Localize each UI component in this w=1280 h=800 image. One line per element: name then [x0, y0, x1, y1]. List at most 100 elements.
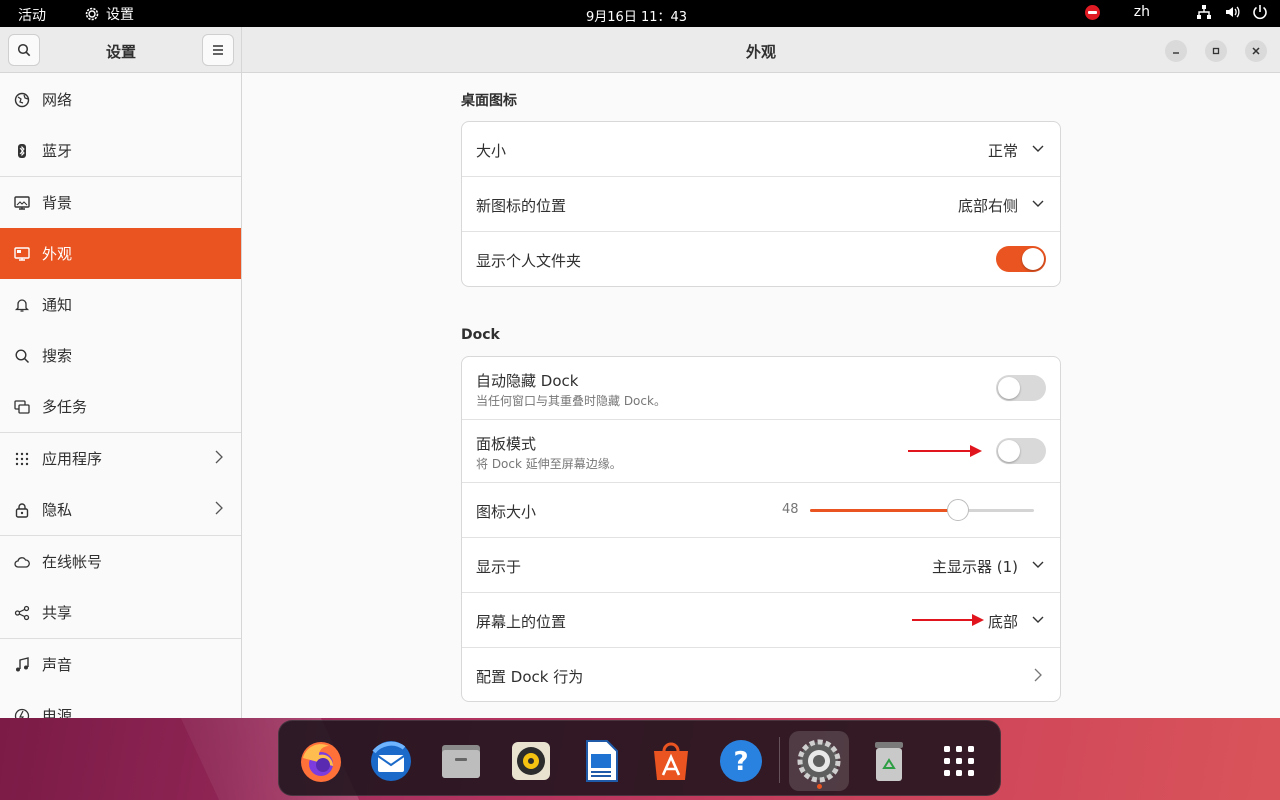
- dock-app-trash[interactable]: [859, 731, 919, 791]
- dock-app-files[interactable]: [431, 731, 491, 791]
- sidebar-item-background[interactable]: 背景: [0, 177, 241, 228]
- app-menu[interactable]: 设置: [84, 4, 134, 24]
- hamburger-icon: [213, 45, 223, 55]
- sidebar-item-label: 在线帐号: [42, 553, 103, 571]
- chevron-down-icon[interactable]: [1032, 145, 1044, 153]
- show-home-folder-row: 显示个人文件夹: [462, 232, 1060, 286]
- desktop-icons-card: 大小 正常 新图标的位置 底部右侧 显示个人文件夹: [461, 121, 1061, 287]
- panel-mode-row: 面板模式 将 Dock 延伸至屏幕边缘。: [462, 420, 1060, 483]
- chevron-right-icon: [1034, 668, 1042, 682]
- dock-app-rhythmbox[interactable]: [501, 731, 561, 791]
- main-header: 外观: [242, 27, 1280, 73]
- screen-position-value[interactable]: 底部: [988, 611, 1018, 632]
- main-menu-button[interactable]: [202, 34, 234, 66]
- app-center-icon: [654, 742, 688, 780]
- configure-dock-row[interactable]: 配置 Dock 行为: [462, 648, 1060, 701]
- sidebar-item-appearance[interactable]: 外观: [0, 228, 241, 279]
- sidebar-item-multitasking[interactable]: 多任务: [0, 381, 241, 432]
- new-icon-position-label: 新图标的位置: [476, 197, 567, 215]
- language-indicator[interactable]: zh: [1134, 4, 1150, 20]
- sidebar-item-label: 网络: [42, 91, 73, 109]
- sidebar-item-applications[interactable]: 应用程序: [0, 433, 241, 484]
- bluetooth-icon: [14, 143, 30, 159]
- screen-position-label: 屏幕上的位置: [476, 613, 567, 631]
- new-icon-position-row[interactable]: 新图标的位置 底部右侧: [462, 177, 1060, 232]
- system-tray[interactable]: zh: [1084, 4, 1268, 20]
- dock-app-thunderbird[interactable]: [361, 731, 421, 791]
- do-not-disturb-icon[interactable]: [1084, 4, 1100, 20]
- chevron-down-icon[interactable]: [1032, 561, 1044, 569]
- maximize-button[interactable]: [1205, 40, 1227, 62]
- clock[interactable]: 9月16日 11：43: [586, 6, 687, 25]
- dock-app-writer[interactable]: [571, 731, 631, 791]
- sidebar-item-search[interactable]: 搜索: [0, 330, 241, 381]
- minimize-button[interactable]: [1165, 40, 1187, 62]
- new-icon-position-value[interactable]: 底部右侧: [958, 195, 1018, 216]
- autohide-dock-description: 当任何窗口与其重叠时隐藏 Dock。: [476, 394, 666, 408]
- top-bar: 活动 设置 9月16日 11：43 zh: [0, 0, 1280, 27]
- globe-icon: [14, 92, 30, 108]
- sidebar-item-bluetooth[interactable]: 蓝牙: [0, 125, 241, 176]
- screen-position-row[interactable]: 屏幕上的位置 底部: [462, 593, 1060, 648]
- dock-app-show-apps[interactable]: [929, 731, 989, 791]
- autohide-dock-label: 自动隐藏 Dock: [476, 372, 579, 390]
- dock-app-firefox[interactable]: [291, 731, 351, 791]
- dock-icon-size-value: 48: [782, 502, 799, 517]
- section-title-desktop-icons: 桌面图标: [461, 93, 517, 109]
- help-icon: ?: [720, 740, 762, 782]
- dock-app-help[interactable]: ?: [711, 731, 771, 791]
- sidebar-item-label: 多任务: [42, 398, 88, 416]
- firefox-icon: [301, 742, 341, 782]
- minimize-icon: [1173, 52, 1179, 54]
- annotation-arrow: [912, 614, 984, 626]
- configure-dock-label: 配置 Dock 行为: [476, 668, 584, 686]
- sidebar-item-label: 搜索: [42, 347, 73, 365]
- dock: ?: [278, 720, 1001, 796]
- activities-button[interactable]: 活动: [18, 5, 46, 25]
- chevron-down-icon[interactable]: [1032, 200, 1044, 208]
- sidebar-item-privacy[interactable]: 隐私: [0, 484, 241, 535]
- autohide-dock-row: 自动隐藏 Dock 当任何窗口与其重叠时隐藏 Dock。: [462, 357, 1060, 420]
- dock-app-settings[interactable]: [789, 731, 849, 791]
- dock-app-app-center[interactable]: [641, 731, 701, 791]
- dock-separator: [779, 737, 780, 783]
- icon-size-value[interactable]: 正常: [988, 140, 1018, 161]
- show-on-value[interactable]: 主显示器 (1): [932, 556, 1018, 577]
- icon-size-row[interactable]: 大小 正常: [462, 122, 1060, 177]
- volume-icon: [1226, 6, 1240, 18]
- show-home-folder-toggle[interactable]: [996, 246, 1046, 272]
- dock-card: 自动隐藏 Dock 当任何窗口与其重叠时隐藏 Dock。 面板模式 将 Dock…: [461, 356, 1061, 702]
- autohide-dock-toggle[interactable]: [996, 375, 1046, 401]
- thunderbird-icon: [371, 741, 411, 781]
- sidebar-item-label: 应用程序: [42, 450, 103, 468]
- show-on-row[interactable]: 显示于 主显示器 (1): [462, 538, 1060, 593]
- rhythmbox-icon: [512, 742, 550, 780]
- trash-icon: [875, 742, 903, 781]
- sidebar-item-sound[interactable]: 声音: [0, 639, 241, 690]
- chevron-right-icon: [215, 501, 223, 515]
- show-apps-icon: [944, 746, 974, 776]
- sidebar-header: 设置: [0, 27, 242, 73]
- sidebar-item-sharing[interactable]: 共享: [0, 587, 241, 638]
- sidebar-item-notifications[interactable]: 通知: [0, 279, 241, 330]
- sidebar-item-label: 电源: [42, 707, 73, 718]
- sidebar-item-online-accounts[interactable]: 在线帐号: [0, 536, 241, 587]
- lock-icon: [14, 502, 30, 518]
- power-icon: [1253, 5, 1267, 20]
- panel-mode-toggle[interactable]: [996, 438, 1046, 464]
- files-icon: [442, 745, 480, 778]
- sidebar-item-label: 外观: [42, 245, 73, 263]
- bell-icon: [14, 297, 30, 313]
- chevron-right-icon: [215, 450, 223, 464]
- apps-grid-icon: [14, 451, 30, 467]
- sidebar-item-network[interactable]: 网络: [0, 74, 241, 125]
- slider-handle[interactable]: [946, 499, 969, 521]
- power-icon: [14, 708, 30, 718]
- panel-mode-description: 将 Dock 延伸至屏幕边缘。: [476, 457, 622, 471]
- close-icon: [1252, 47, 1260, 55]
- close-button[interactable]: [1245, 40, 1267, 62]
- monitor-icon: [14, 195, 30, 211]
- dock-icon-size-slider[interactable]: [810, 499, 1034, 521]
- chevron-down-icon[interactable]: [1032, 616, 1044, 624]
- sidebar-item-power[interactable]: 电源: [0, 690, 241, 718]
